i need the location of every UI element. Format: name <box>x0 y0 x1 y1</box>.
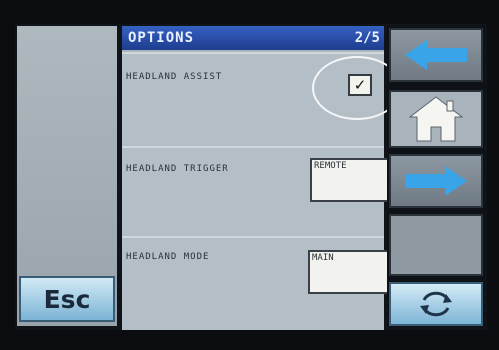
arrow-left-icon <box>405 40 467 70</box>
page-title: OPTIONS <box>128 30 195 46</box>
home-button[interactable] <box>389 90 483 148</box>
back-button[interactable] <box>389 28 483 82</box>
setting-label: HEADLAND MODE <box>126 252 210 262</box>
display-screen: Esc OPTIONS 2/5 HEADLAND ASSIST ✓ HEADLA… <box>15 24 487 330</box>
forward-button[interactable] <box>389 154 483 208</box>
refresh-icon <box>420 291 452 317</box>
right-panel <box>387 26 485 328</box>
arrow-right-icon <box>405 166 467 196</box>
title-bar: OPTIONS 2/5 <box>122 26 384 50</box>
refresh-button[interactable] <box>389 282 483 326</box>
setting-row-headland-trigger: HEADLAND TRIGGER REMOTE <box>122 146 394 236</box>
blank-button <box>389 214 483 276</box>
esc-button[interactable]: Esc <box>19 276 115 322</box>
page-indicator: 2/5 <box>354 30 380 46</box>
headland-trigger-field[interactable]: REMOTE <box>310 158 394 202</box>
home-icon <box>408 96 464 142</box>
headland-mode-field[interactable]: MAIN <box>308 250 394 294</box>
options-panel: OPTIONS 2/5 HEADLAND ASSIST ✓ HEADLAND T… <box>122 26 402 330</box>
setting-row-headland-mode: HEADLAND MODE MAIN <box>122 236 394 330</box>
setting-label: HEADLAND TRIGGER <box>126 164 229 174</box>
setting-label: HEADLAND ASSIST <box>126 72 223 82</box>
